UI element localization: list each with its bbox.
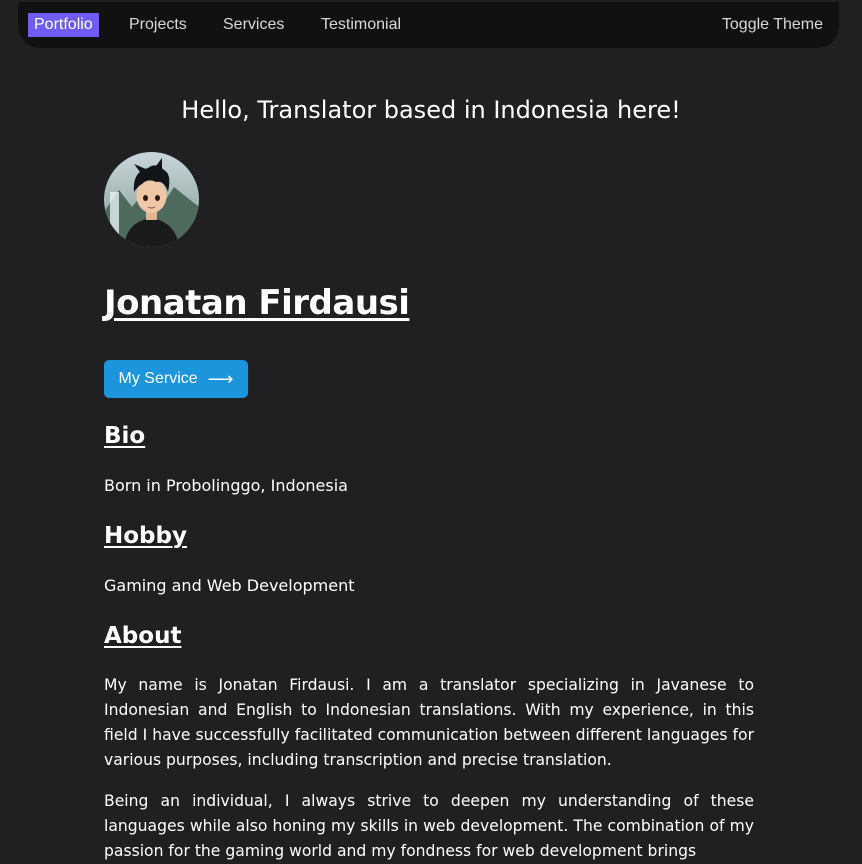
avatar bbox=[104, 152, 199, 247]
toggle-theme-button[interactable]: Toggle Theme bbox=[722, 13, 823, 37]
about-paragraph: Being an individual, I always strive to … bbox=[104, 792, 754, 860]
bio-heading: Bio bbox=[104, 423, 146, 449]
profile-name: Jonatan Firdausi bbox=[104, 283, 410, 323]
hobby-text: Gaming and Web Development bbox=[104, 576, 355, 595]
nav-link-services[interactable]: Services bbox=[223, 13, 284, 37]
avatar-image bbox=[104, 152, 199, 247]
about-heading: About bbox=[104, 623, 182, 649]
nav-link-portfolio[interactable]: Portfolio bbox=[28, 13, 99, 37]
greeting-text: Hello, Translator based in Indonesia her… bbox=[181, 96, 681, 124]
arrow-right-icon: ⟶ bbox=[207, 369, 234, 389]
my-service-button[interactable]: My Service ⟶ bbox=[104, 360, 248, 398]
hobby-heading: Hobby bbox=[104, 523, 187, 549]
about-paragraph: My name is Jonatan Firdausi. I am a tran… bbox=[104, 676, 754, 769]
top-navbar: Portfolio Projects Services Testimonial … bbox=[18, 2, 839, 48]
nav-link-projects[interactable]: Projects bbox=[129, 13, 187, 37]
bio-text: Born in Probolinggo, Indonesia bbox=[104, 476, 348, 495]
my-service-label: My Service bbox=[118, 370, 198, 387]
nav-link-testimonial[interactable]: Testimonial bbox=[321, 13, 401, 37]
